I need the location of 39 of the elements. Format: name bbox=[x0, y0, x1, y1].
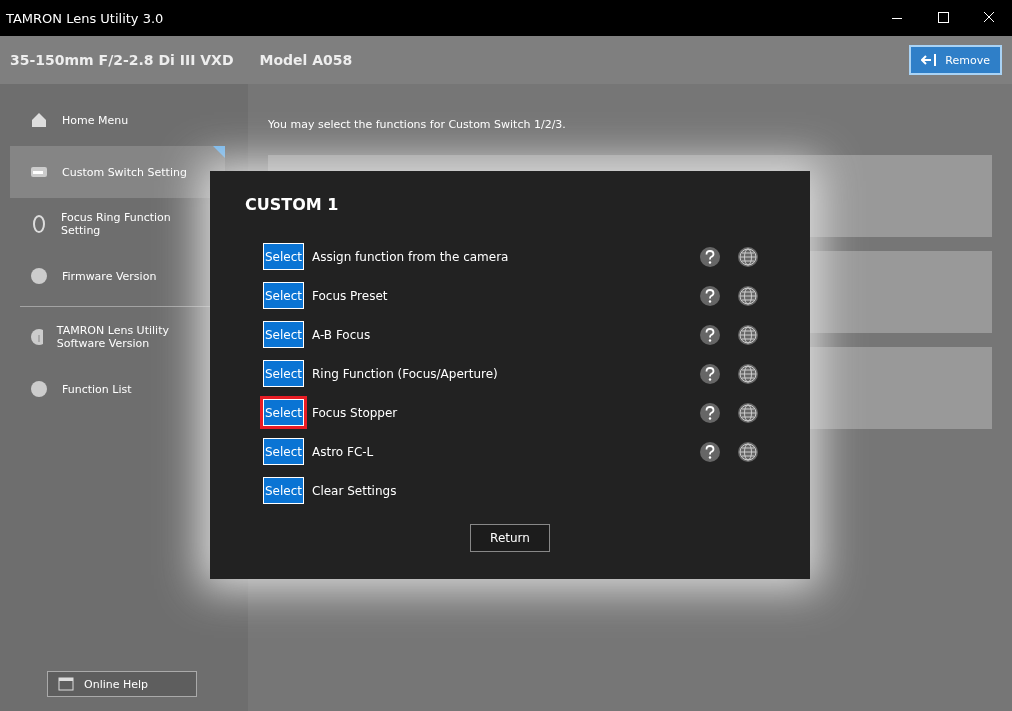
return-button[interactable]: Return bbox=[470, 524, 550, 552]
globe-icon[interactable] bbox=[737, 440, 759, 463]
globe-icon[interactable] bbox=[737, 323, 759, 346]
globe-icon[interactable] bbox=[737, 362, 759, 385]
ring-icon bbox=[30, 215, 47, 233]
select-button[interactable]: Select bbox=[260, 279, 307, 312]
select-button[interactable]: Select bbox=[260, 435, 307, 468]
select-button[interactable]: Select bbox=[260, 474, 307, 507]
globe-icon[interactable] bbox=[737, 245, 759, 268]
remove-button[interactable]: Remove bbox=[909, 45, 1002, 75]
select-button[interactable]: Select bbox=[260, 318, 307, 351]
sidebar-item[interactable]: Focus Ring Function Setting bbox=[10, 198, 225, 250]
sidebar-item[interactable]: Home Menu bbox=[10, 94, 225, 146]
option-label: Focus Stopper bbox=[312, 405, 399, 420]
sidebar-item[interactable]: Firmware Version bbox=[10, 250, 225, 302]
option-label: Ring Function (Focus/Aperture) bbox=[312, 366, 499, 381]
lens-name: 35-150mm F/2-2.8 Di III VXD bbox=[10, 52, 234, 68]
corner-marker bbox=[213, 146, 225, 158]
globe-icon[interactable] bbox=[737, 401, 759, 424]
online-help-button[interactable]: Online Help bbox=[47, 671, 197, 697]
globe-icon[interactable] bbox=[737, 284, 759, 307]
sidebar-item[interactable]: Custom Switch Setting bbox=[10, 146, 225, 198]
option-label: Astro FC-L bbox=[312, 444, 375, 459]
dialog-title: CUSTOM 1 bbox=[245, 195, 340, 214]
sidebar-item[interactable]: TAMRON Lens Utility Software Version bbox=[10, 311, 225, 363]
window-icon bbox=[58, 677, 74, 691]
option-label: Clear Settings bbox=[312, 483, 398, 498]
option-label: Focus Preset bbox=[312, 288, 389, 303]
eject-arrow-icon bbox=[921, 53, 938, 67]
select-button[interactable]: Select bbox=[260, 240, 307, 273]
select-button[interactable]: Select bbox=[260, 357, 307, 390]
home-icon bbox=[30, 111, 48, 129]
option-label: Assign function from the camera bbox=[312, 249, 510, 264]
model-name: Model A058 bbox=[259, 52, 353, 68]
intro-text: You may select the functions for Custom Switch 1/2/3. bbox=[268, 118, 567, 131]
option-label: A-B Focus bbox=[312, 327, 372, 342]
sidebar-item[interactable]: Function List bbox=[10, 363, 225, 415]
select-button[interactable]: Select bbox=[260, 396, 307, 429]
window-title: TAMRON Lens Utility 3.0 bbox=[6, 10, 165, 26]
